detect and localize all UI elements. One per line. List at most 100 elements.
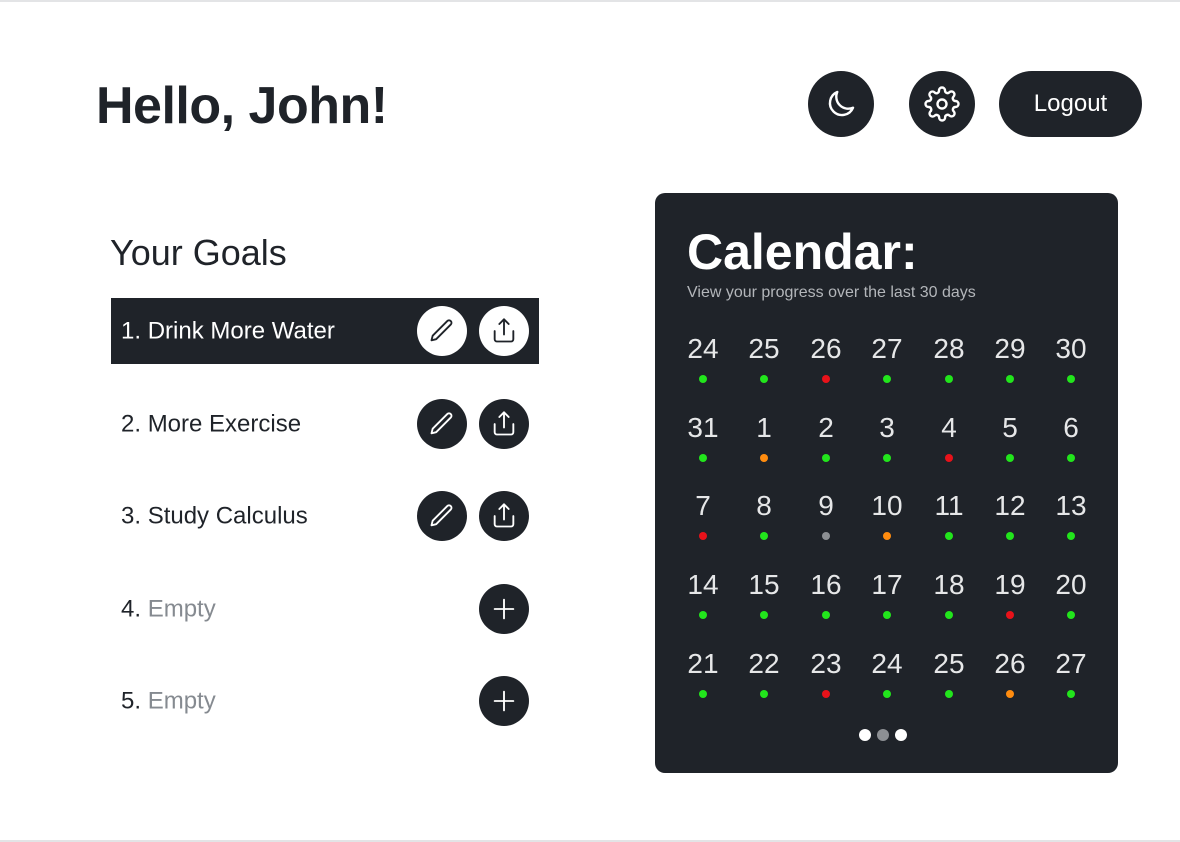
calendar-day[interactable]: 3	[859, 412, 915, 444]
calendar-day[interactable]: 27	[859, 333, 915, 365]
calendar-status-dot	[699, 532, 707, 541]
calendar-day[interactable]: 31	[675, 412, 731, 444]
calendar-day[interactable]: 2	[798, 412, 854, 444]
goal-row-1[interactable]: 1. Drink More Water	[111, 298, 539, 364]
calendar-day[interactable]: 1	[736, 412, 792, 444]
calendar-day[interactable]: 26	[798, 333, 854, 365]
goal-label: 5. Empty	[121, 687, 381, 716]
edit-goal-button[interactable]	[417, 399, 467, 449]
calendar-panel: Calendar: View your progress over the la…	[655, 193, 1118, 773]
goal-row-3[interactable]: 3. Study Calculus	[111, 483, 539, 549]
calendar-day[interactable]: 25	[921, 648, 977, 680]
goal-number: 2.	[121, 410, 142, 438]
calendar-day[interactable]: 9	[798, 490, 854, 522]
calendar-status-dot	[760, 375, 768, 383]
calendar-status-dot	[760, 611, 768, 620]
calendar-status-dot	[945, 375, 953, 383]
calendar-status-dot	[883, 689, 891, 698]
calendar-day[interactable]: 28	[921, 333, 977, 365]
calendar-day[interactable]: 22	[736, 648, 792, 680]
goal-title: Drink More Water	[147, 317, 335, 345]
calendar-status-dot	[1067, 453, 1075, 462]
calendar-status-dot	[822, 689, 830, 698]
calendar-page-dot[interactable]	[895, 729, 907, 741]
dark-mode-button[interactable]	[808, 71, 874, 137]
calendar-day[interactable]: 26	[982, 648, 1038, 680]
calendar-title: Calendar:	[687, 224, 918, 280]
calendar-status-dot	[760, 532, 768, 541]
calendar-day[interactable]: 25	[736, 333, 792, 365]
settings-button[interactable]	[909, 71, 975, 137]
calendar-day[interactable]: 27	[1043, 648, 1099, 680]
calendar-status-dot	[1067, 532, 1075, 541]
pencil-icon	[430, 412, 453, 435]
calendar-status-dot	[822, 453, 830, 462]
calendar-day[interactable]: 11	[921, 490, 977, 522]
calendar-status-dot	[883, 611, 891, 620]
calendar-status-dot	[1006, 611, 1014, 620]
calendar-day[interactable]: 7	[675, 490, 731, 522]
plus-icon	[493, 690, 515, 712]
calendar-day[interactable]: 21	[675, 648, 731, 680]
goal-number: 1.	[121, 317, 142, 345]
goal-empty-label: Empty	[147, 595, 216, 623]
calendar-day[interactable]: 4	[921, 412, 977, 444]
calendar-day[interactable]: 16	[798, 569, 854, 601]
calendar-status-dot	[883, 532, 891, 541]
calendar-day[interactable]: 6	[1043, 412, 1099, 444]
calendar-day[interactable]: 5	[982, 412, 1038, 444]
calendar-page-dot[interactable]	[877, 729, 889, 741]
calendar-status-dot	[822, 375, 830, 383]
calendar-subtitle: View your progress over the last 30 days	[687, 284, 976, 301]
calendar-page-dot[interactable]	[859, 729, 871, 741]
gear-icon	[924, 86, 960, 122]
calendar-status-dot	[699, 453, 707, 462]
calendar-status-dot	[945, 453, 953, 462]
goal-title: More Exercise	[147, 410, 302, 438]
calendar-day[interactable]: 12	[982, 490, 1038, 522]
calendar-day[interactable]: 13	[1043, 490, 1099, 522]
add-goal-button[interactable]	[479, 584, 529, 634]
share-icon	[493, 411, 515, 436]
calendar-status-dot	[822, 532, 830, 541]
goal-number: 4.	[121, 595, 142, 623]
goals-heading: Your Goals	[110, 232, 287, 273]
calendar-day[interactable]: 24	[675, 333, 731, 365]
calendar-status-dot	[945, 532, 953, 541]
goal-row-5: 5. Empty	[111, 668, 539, 734]
moon-icon	[828, 90, 855, 117]
calendar-day[interactable]: 8	[736, 490, 792, 522]
share-icon	[493, 503, 515, 528]
calendar-status-dot	[1067, 689, 1075, 698]
calendar-day[interactable]: 10	[859, 490, 915, 522]
share-icon	[493, 318, 515, 343]
goal-label: 3. Study Calculus	[121, 502, 381, 531]
calendar-day[interactable]: 29	[982, 333, 1038, 365]
edit-goal-button[interactable]	[417, 306, 467, 356]
pencil-icon	[430, 319, 453, 342]
share-goal-button[interactable]	[479, 491, 529, 541]
calendar-status-dot	[760, 689, 768, 698]
calendar-day[interactable]: 15	[736, 569, 792, 601]
calendar-status-dot	[1067, 611, 1075, 620]
share-goal-button[interactable]	[479, 399, 529, 449]
goal-row-2[interactable]: 2. More Exercise	[111, 391, 539, 457]
greeting-heading: Hello, John!	[96, 77, 388, 135]
goal-label: 1. Drink More Water	[121, 317, 381, 346]
calendar-status-dot	[945, 611, 953, 620]
calendar-status-dot	[1006, 689, 1014, 698]
share-goal-button[interactable]	[479, 306, 529, 356]
calendar-day[interactable]: 30	[1043, 333, 1099, 365]
calendar-day[interactable]: 20	[1043, 569, 1099, 601]
calendar-day[interactable]: 17	[859, 569, 915, 601]
add-goal-button[interactable]	[479, 676, 529, 726]
calendar-day[interactable]: 18	[921, 569, 977, 601]
calendar-day[interactable]: 23	[798, 648, 854, 680]
calendar-day[interactable]: 19	[982, 569, 1038, 601]
logout-button[interactable]: Logout	[999, 71, 1142, 137]
calendar-day[interactable]: 14	[675, 569, 731, 601]
calendar-day[interactable]: 24	[859, 648, 915, 680]
edit-goal-button[interactable]	[417, 491, 467, 541]
calendar-status-dot	[699, 689, 707, 698]
calendar-status-dot	[1006, 532, 1014, 541]
